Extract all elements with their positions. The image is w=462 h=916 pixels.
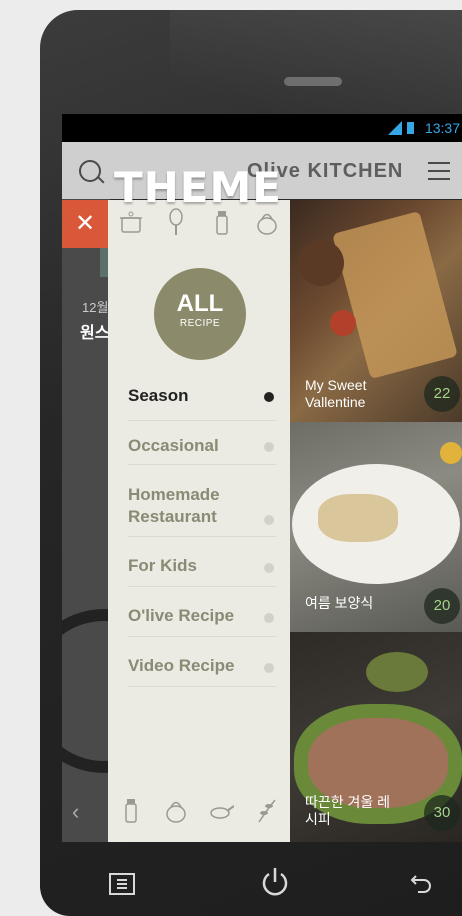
signal-icon (388, 121, 402, 135)
frying-pan-icon (210, 805, 234, 819)
recipe-image (298, 240, 344, 286)
salt-shaker-icon (216, 211, 228, 235)
menu-item-season[interactable]: Season (128, 376, 276, 421)
herb-icon (258, 799, 276, 823)
recipe-image (330, 310, 356, 336)
dot-icon (264, 515, 274, 525)
recipe-feed: My Sweet Vallentine 22 여름 보양식 20 따끈한 겨울 … (290, 200, 462, 842)
all-label: ALL (176, 290, 224, 317)
speaker-grille (284, 77, 342, 86)
recipe-count-badge: 30 (424, 795, 460, 831)
selected-dot-icon (264, 392, 274, 402)
theme-drawer: ALL RECIPE Season Occasional Homemade Re… (108, 200, 290, 842)
hamburger-menu-icon[interactable] (428, 162, 450, 180)
menu-item-label: Season (128, 386, 189, 405)
back-icon[interactable] (410, 872, 434, 894)
menu-item-label: Homemade Restaurant (128, 485, 220, 526)
background-date: 12월 (82, 300, 109, 315)
recipe-card[interactable]: 따끈한 겨울 레시피 30 (290, 632, 462, 842)
recipe-image (366, 652, 428, 692)
menu-item-label: Occasional (128, 436, 219, 455)
whisk-icon (169, 208, 183, 235)
all-recipe-button[interactable]: ALL RECIPE (154, 268, 246, 360)
search-icon[interactable] (79, 160, 101, 182)
recipe-caption: My Sweet Vallentine (305, 377, 367, 410)
battery-icon (407, 122, 414, 134)
kettle-icon (166, 801, 186, 823)
recipe-card[interactable]: My Sweet Vallentine 22 (290, 200, 462, 422)
dot-icon (264, 563, 274, 573)
status-bar: 13:37 (62, 114, 462, 142)
power-icon[interactable] (260, 866, 290, 898)
recipe-image (332, 210, 458, 380)
recipe-sublabel: RECIPE (179, 318, 221, 329)
recipe-image (440, 442, 462, 464)
menu-item-video-recipe[interactable]: Video Recipe (128, 644, 276, 687)
menu-item-occasional[interactable]: Occasional (128, 426, 276, 465)
salt-shaker-icon (125, 799, 137, 823)
back-arrow-icon[interactable]: ‹ (72, 799, 79, 825)
recipe-card[interactable]: 여름 보양식 20 (290, 422, 462, 632)
bottom-decoration-icons (108, 796, 290, 832)
recipe-image (318, 494, 398, 542)
menu-item-label: O'live Recipe (128, 606, 235, 625)
menu-item-olive-recipe[interactable]: O'live Recipe (128, 594, 276, 637)
top-decoration-icons (108, 208, 290, 244)
recipe-caption: 따끈한 겨울 레시피 (305, 794, 391, 827)
dot-icon (264, 613, 274, 623)
theme-heading: THEME (114, 163, 282, 212)
background-title: 원스 (80, 325, 110, 342)
menu-key-icon[interactable] (108, 872, 136, 896)
kettle-icon (257, 213, 277, 235)
recipe-caption: 여름 보양식 (305, 595, 374, 611)
status-time: 13:37 (424, 120, 460, 136)
pot-icon (119, 211, 142, 233)
menu-item-for-kids[interactable]: For Kids (128, 544, 276, 587)
hardware-nav-bar (40, 842, 462, 916)
dot-icon (264, 663, 274, 673)
close-button[interactable]: ✕ (62, 200, 108, 248)
recipe-count-badge: 22 (424, 376, 460, 412)
menu-item-label: Video Recipe (128, 656, 235, 675)
menu-item-homemade-restaurant[interactable]: Homemade Restaurant (128, 478, 276, 537)
menu-item-label: For Kids (128, 556, 197, 575)
background-content: 12월 원스 ‹ (62, 199, 186, 842)
dot-icon (264, 442, 274, 452)
recipe-count-badge: 20 (424, 588, 460, 624)
